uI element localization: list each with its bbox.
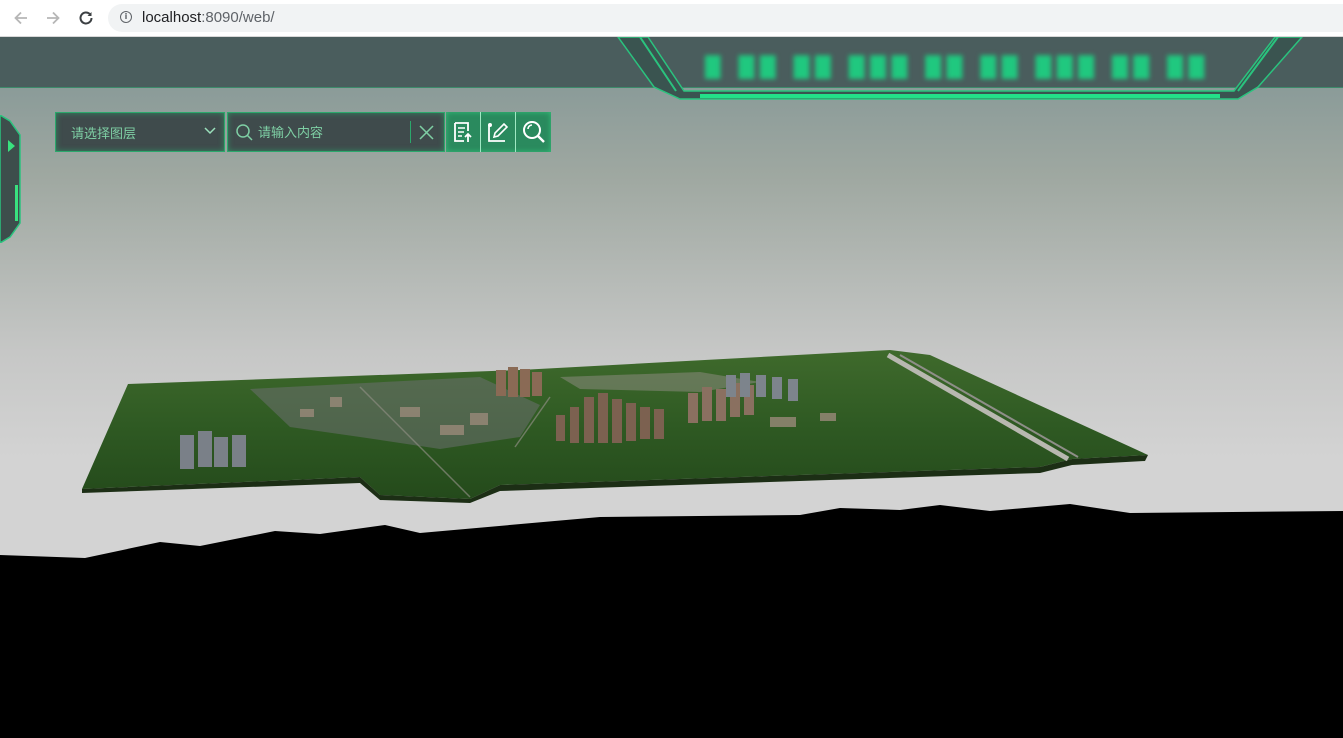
url-path: :8090/web/ [201,9,275,26]
query-button[interactable] [516,112,551,152]
search-input[interactable] [256,121,410,145]
map-viewport[interactable]: █ ██ ██ ███ ██ ██ ███ ██ ██ ██ 请选择图层 [0,37,1343,738]
url-text: localhost:8090/web/ [142,9,275,26]
layer-select[interactable]: 请选择图层 [55,112,225,152]
url-host: localhost [142,9,202,26]
address-bar[interactable]: i localhost:8090/web/ [108,4,1343,32]
tool-button-group [446,112,551,152]
close-icon[interactable] [418,124,435,141]
search-separator [410,121,411,143]
back-button[interactable] [9,6,33,30]
browser-toolbar: i localhost:8090/web/ [0,0,1343,37]
document-upload-icon [454,122,472,142]
reload-icon [79,11,93,25]
draw-edit-icon [488,122,509,142]
side-panel-toggle[interactable] [0,115,24,243]
app-title: █ ██ ██ ███ ██ ██ ███ ██ ██ ██ [705,55,1220,79]
reload-button[interactable] [74,6,98,30]
chevron-down-icon [204,127,216,135]
search-box [227,112,445,152]
upload-document-button[interactable] [446,112,481,152]
info-icon[interactable]: i [120,11,132,23]
magnifier-icon [522,121,545,143]
forward-button[interactable] [41,6,65,30]
ground-silhouette [0,504,1343,738]
arrow-left-icon [14,11,27,25]
search-icon [236,124,253,141]
app-header: █ ██ ██ ███ ██ ██ ███ ██ ██ ██ [0,37,1343,100]
layer-select-placeholder: 请选择图层 [71,127,137,142]
map-toolbar: 请选择图层 [55,112,551,152]
draw-region-button[interactable] [481,112,516,152]
arrow-right-icon [47,11,60,25]
